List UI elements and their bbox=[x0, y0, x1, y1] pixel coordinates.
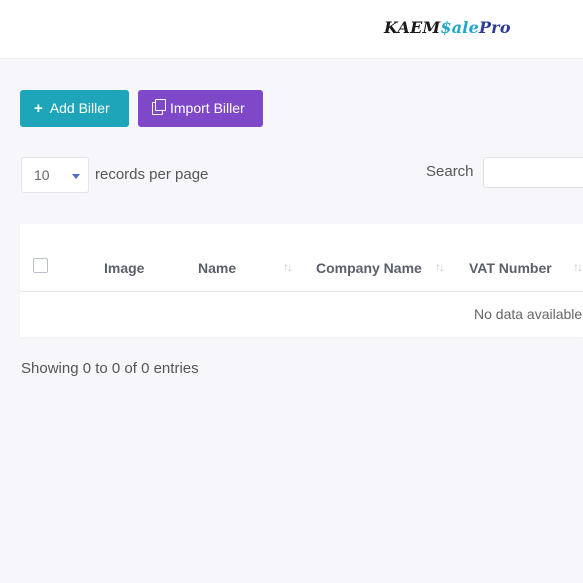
top-navbar: KAEM$alePro bbox=[0, 0, 583, 59]
brand-logo-part-pro: Pro bbox=[478, 18, 511, 37]
pagination-info: Showing 0 to 0 of 0 entries bbox=[21, 360, 199, 377]
column-header-image[interactable]: Image bbox=[104, 260, 144, 276]
column-header-vat-number[interactable]: VAT Number bbox=[469, 260, 552, 276]
records-per-page-label: records per page bbox=[95, 166, 209, 183]
table-header-divider bbox=[20, 291, 583, 292]
search-input[interactable] bbox=[483, 157, 583, 188]
sort-icon[interactable]: ↑↓ bbox=[283, 260, 293, 274]
import-biller-button[interactable]: Import Biller bbox=[138, 90, 263, 127]
brand-logo[interactable]: KAEM$alePro bbox=[384, 18, 511, 37]
select-all-checkbox[interactable] bbox=[33, 258, 48, 273]
records-per-page-select[interactable]: 10 bbox=[21, 157, 89, 193]
column-header-company-name[interactable]: Company Name bbox=[316, 260, 422, 276]
search-label: Search bbox=[426, 163, 474, 180]
sort-icon[interactable]: ↑↓ bbox=[573, 260, 583, 274]
import-biller-label: Import Biller bbox=[170, 100, 245, 116]
brand-logo-part-kaem: KAEM bbox=[384, 18, 441, 37]
plus-icon: + bbox=[34, 100, 43, 117]
sort-icon[interactable]: ↑↓ bbox=[435, 260, 445, 274]
billers-table: Image Name ↑↓ Company Name ↑↓ VAT Number… bbox=[20, 224, 583, 337]
column-header-name[interactable]: Name bbox=[198, 260, 236, 276]
clipboard-icon bbox=[152, 99, 166, 115]
add-biller-button[interactable]: + Add Biller bbox=[20, 90, 129, 127]
chevron-down-icon bbox=[72, 174, 80, 179]
add-biller-label: Add Biller bbox=[49, 100, 110, 116]
records-per-page-value: 10 bbox=[34, 167, 50, 183]
empty-table-message: No data available bbox=[474, 306, 583, 322]
brand-logo-part-sale: $ale bbox=[440, 18, 479, 37]
